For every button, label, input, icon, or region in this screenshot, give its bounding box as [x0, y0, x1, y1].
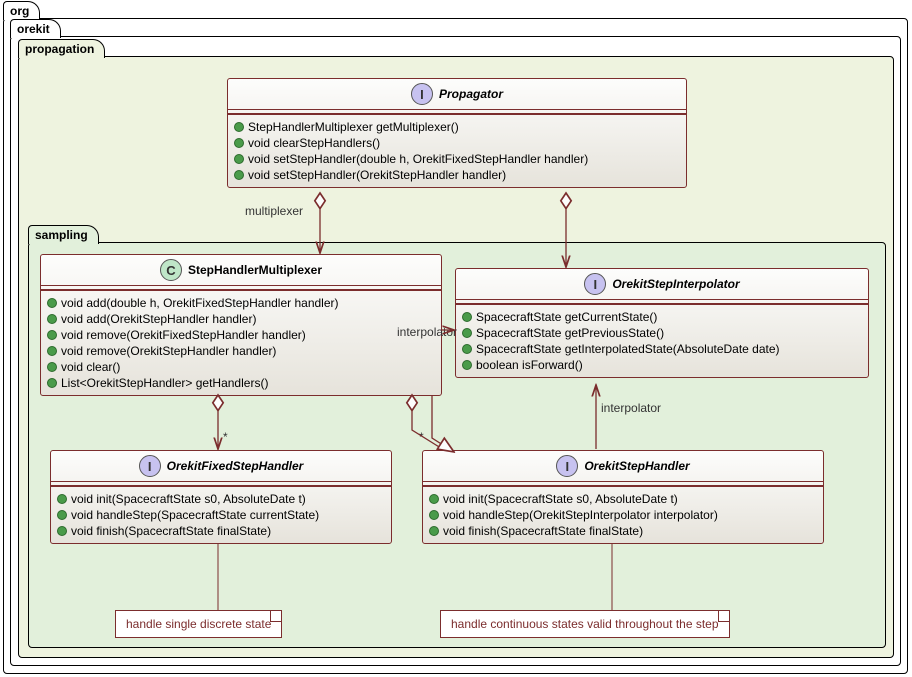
method: SpacecraftState getPreviousState(): [476, 326, 664, 340]
method: void setStepHandler(OrekitStepHandler ha…: [248, 168, 506, 182]
method: SpacecraftState getCurrentState(): [476, 310, 657, 324]
class-body: void init(SpacecraftState s0, AbsoluteDa…: [423, 486, 823, 543]
class-header: I OrekitFixedStepHandler: [51, 451, 391, 482]
method: void handleStep(SpacecraftState currentS…: [71, 508, 319, 522]
class-header: C StepHandlerMultiplexer: [41, 255, 441, 286]
label-interpolator-1: interpolator: [397, 325, 457, 339]
class-name: OrekitFixedStepHandler: [167, 459, 304, 473]
class-name: StepHandlerMultiplexer: [188, 263, 322, 277]
class-propagator-header: I Propagator: [228, 79, 686, 110]
class-body: void init(SpacecraftState s0, AbsoluteDa…: [51, 486, 391, 543]
method: StepHandlerMultiplexer getMultiplexer(): [248, 120, 459, 134]
class-header: I OrekitStepHandler: [423, 451, 823, 482]
package-orekit-tab: orekit: [10, 19, 61, 38]
method: void setStepHandler(double h, OrekitFixe…: [248, 152, 588, 166]
method: void remove(OrekitStepHandler handler): [61, 344, 276, 358]
interface-icon: I: [584, 273, 606, 295]
class-name: OrekitStepInterpolator: [612, 277, 739, 291]
interface-icon: I: [556, 455, 578, 477]
class-propagator-body: StepHandlerMultiplexer getMultiplexer() …: [228, 114, 686, 187]
method: void handleStep(OrekitStepInterpolator i…: [443, 508, 718, 522]
label-star-2: *: [419, 430, 424, 444]
package-propagation-tab: propagation: [18, 39, 105, 58]
label-interpolator-2: interpolator: [601, 401, 661, 415]
label-star-1: *: [223, 430, 228, 444]
interface-icon: I: [411, 83, 433, 105]
package-org-tab: org: [3, 1, 40, 20]
class-body: void add(double h, OrekitFixedStepHandle…: [41, 290, 441, 395]
method: void remove(OrekitFixedStepHandler handl…: [61, 328, 306, 342]
method: void finish(SpacecraftState finalState): [443, 524, 643, 538]
method: SpacecraftState getInterpolatedState(Abs…: [476, 342, 780, 356]
class-body: SpacecraftState getCurrentState() Spacec…: [456, 304, 868, 377]
class-header: I OrekitStepInterpolator: [456, 269, 868, 300]
class-propagator: I Propagator StepHandlerMultiplexer getM…: [227, 78, 687, 188]
class-icon: C: [160, 259, 182, 281]
method: void init(SpacecraftState s0, AbsoluteDa…: [443, 492, 678, 506]
method: void add(OrekitStepHandler handler): [61, 312, 256, 326]
method: void finish(SpacecraftState finalState): [71, 524, 271, 538]
class-orekitstephandler: I OrekitStepHandler void init(Spacecraft…: [422, 450, 824, 544]
method: boolean isForward(): [476, 358, 583, 372]
class-orekitstepinterpolator: I OrekitStepInterpolator SpacecraftState…: [455, 268, 869, 378]
note-fixed: handle single discrete state: [115, 610, 282, 638]
method: void clear(): [61, 360, 120, 374]
class-orekitfixedstephandler: I OrekitFixedStepHandler void init(Space…: [50, 450, 392, 544]
class-name: Propagator: [439, 87, 503, 101]
method: void clearStepHandlers(): [248, 136, 380, 150]
class-name: OrekitStepHandler: [584, 459, 689, 473]
class-stephandlermultiplexer: C StepHandlerMultiplexer void add(double…: [40, 254, 442, 396]
interface-icon: I: [139, 455, 161, 477]
note-step: handle continuous states valid throughou…: [440, 610, 730, 638]
package-sampling-tab: sampling: [28, 225, 99, 244]
method: void init(SpacecraftState s0, AbsoluteDa…: [71, 492, 306, 506]
method: void add(double h, OrekitFixedStepHandle…: [61, 296, 339, 310]
method: List<OrekitStepHandler> getHandlers(): [61, 376, 268, 390]
label-multiplexer: multiplexer: [245, 204, 303, 218]
